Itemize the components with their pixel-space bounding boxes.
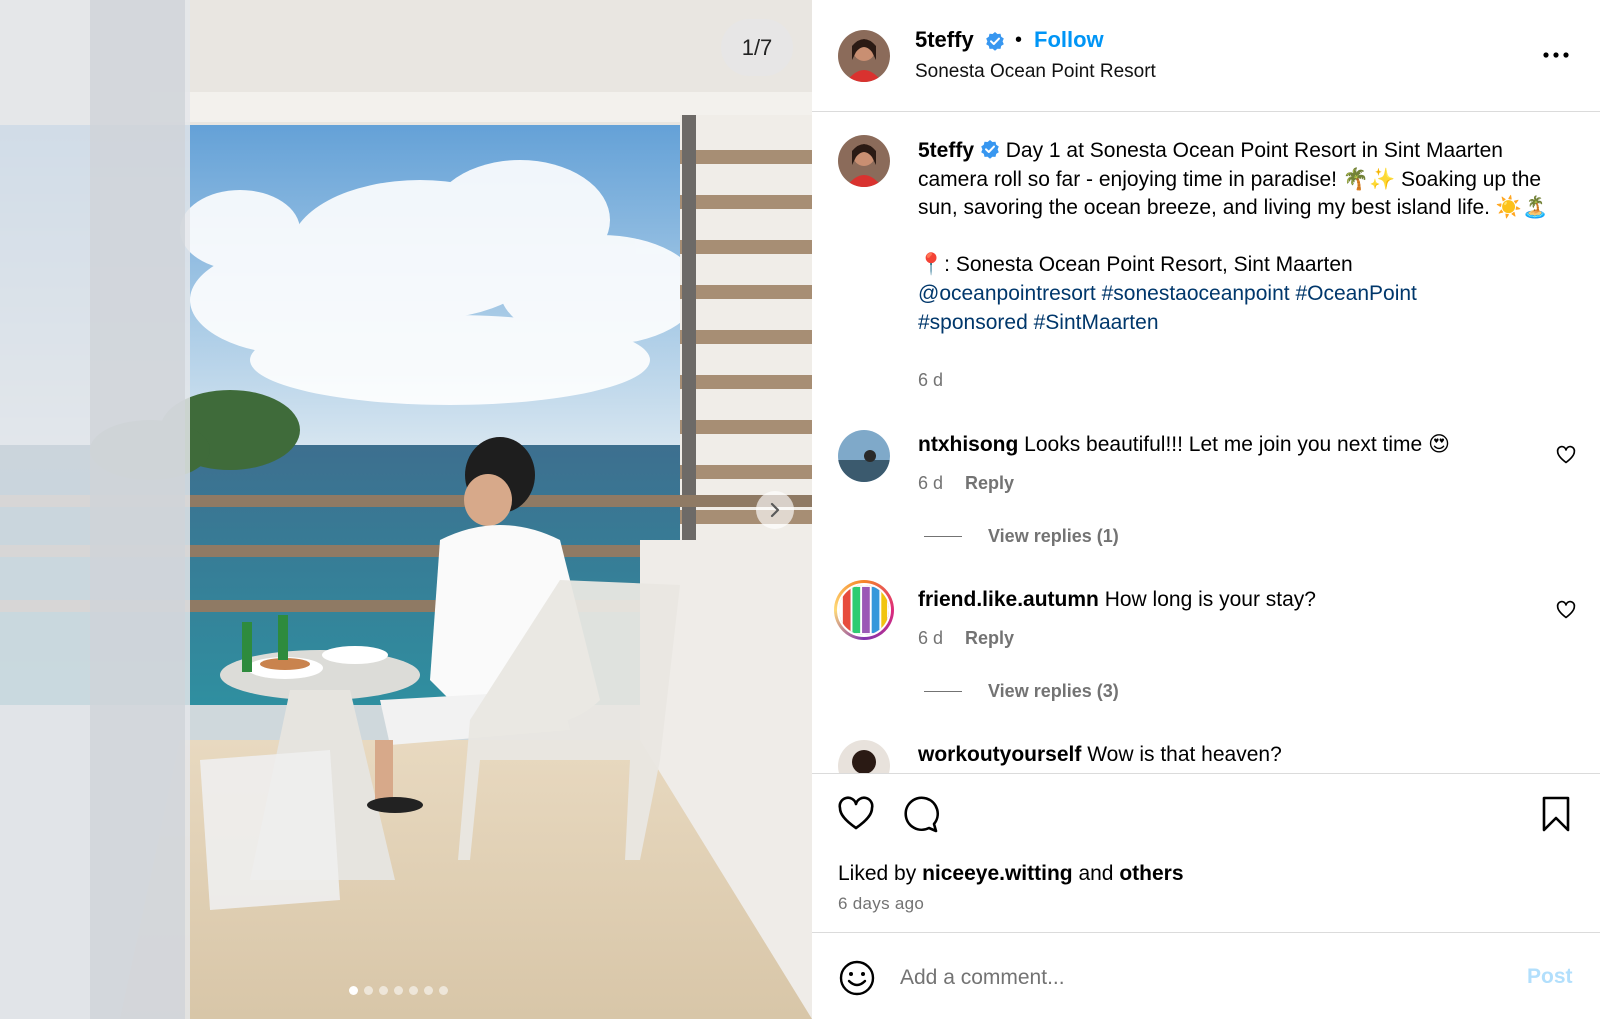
comment-bubble-icon[interactable] [900, 794, 940, 834]
like-heart-icon[interactable] [836, 794, 876, 834]
comment-time[interactable]: 6 d [918, 628, 943, 649]
carousel-dot[interactable] [349, 986, 358, 995]
comment-username[interactable]: ntxhisong [918, 433, 1018, 456]
comment-like-heart-icon[interactable] [1556, 600, 1576, 620]
comment-item: friend.like.autumn How long is your stay… [918, 586, 1538, 614]
view-replies-button[interactable]: View replies (3) [924, 681, 1119, 702]
replies-divider-line [924, 691, 962, 692]
post-header: 5teffy • Follow Sonesta Ocean Point Reso… [812, 0, 1600, 112]
view-replies-label: View replies (3) [988, 681, 1119, 701]
comment-item: workoutyourself Wow is that heaven? [918, 741, 1538, 769]
view-replies-label: View replies (1) [988, 526, 1119, 546]
carousel-dot[interactable] [379, 986, 388, 995]
post-location[interactable]: Sonesta Ocean Point Resort [915, 61, 1156, 83]
post-side-panel: 5teffy • Follow Sonesta Ocean Point Reso… [812, 0, 1600, 1019]
chevron-right-icon [770, 502, 780, 518]
carousel-dot[interactable] [424, 986, 433, 995]
post-comment-button[interactable]: Post [1527, 965, 1573, 989]
carousel-dot[interactable] [364, 986, 373, 995]
comment-input[interactable] [900, 956, 1480, 1000]
caption-time[interactable]: 6 d [918, 370, 943, 391]
media-counter: 1/7 [721, 19, 793, 76]
comment-like-heart-icon[interactable] [1556, 445, 1576, 465]
comment-text: Looks beautiful!!! Let me join you next … [1024, 433, 1450, 456]
caption-author-avatar[interactable] [838, 135, 890, 187]
liked-by-and: and [1078, 862, 1114, 885]
caption-hashtag[interactable]: #SintMaarten [1034, 311, 1159, 334]
reply-button[interactable]: Reply [965, 473, 1014, 494]
post-caption: 5teffy Day 1 at Sonesta Ocean Point Reso… [918, 137, 1558, 337]
caption-hashtag[interactable]: #OceanPoint [1295, 282, 1416, 305]
post-timestamp[interactable]: 6 days ago [838, 894, 924, 914]
carousel-dot[interactable] [409, 986, 418, 995]
author-avatar[interactable] [838, 30, 890, 82]
comment-text: How long is your stay? [1104, 588, 1316, 611]
post-actions: Liked by niceeye.witting and others 6 da… [812, 773, 1600, 933]
emoji-smiley-icon[interactable] [838, 959, 876, 997]
comment-username[interactable]: workoutyourself [918, 743, 1081, 766]
reply-button[interactable]: Reply [965, 628, 1014, 649]
caption-hashtag[interactable]: #sonestaoceanpoint [1102, 282, 1290, 305]
view-replies-button[interactable]: View replies (1) [924, 526, 1119, 547]
bookmark-icon[interactable] [1536, 794, 1576, 834]
comment-item: ntxhisong Looks beautiful!!! Let me join… [918, 431, 1538, 459]
liked-by-others[interactable]: others [1119, 862, 1183, 885]
comment-username[interactable]: friend.like.autumn [918, 588, 1099, 611]
caption-mention[interactable]: @oceanpointresort [918, 282, 1096, 305]
next-media-button[interactable] [756, 491, 794, 529]
more-options-icon[interactable] [1541, 40, 1571, 70]
commenter-avatar[interactable] [838, 430, 890, 482]
verified-badge-icon [985, 31, 1005, 54]
liked-by-line: Liked by niceeye.witting and others [838, 862, 1184, 886]
post-photo [0, 0, 812, 1019]
follow-button[interactable]: Follow [1034, 27, 1104, 53]
caption-hashtag[interactable]: #sponsored [918, 311, 1028, 334]
comments-scroll-area[interactable]: 5teffy Day 1 at Sonesta Ocean Point Reso… [812, 113, 1600, 773]
carousel-dot[interactable] [439, 986, 448, 995]
liked-by-user[interactable]: niceeye.witting [922, 862, 1073, 885]
comment-text: Wow is that heaven? [1087, 743, 1282, 766]
caption-username[interactable]: 5teffy [918, 139, 974, 162]
verified-badge-icon [981, 140, 999, 159]
caption-text: Day 1 at Sonesta Ocean Point Resort in S… [918, 139, 1549, 220]
author-username[interactable]: 5teffy [915, 27, 974, 53]
caption-location-line: 📍: Sonesta Ocean Point Resort, Sint Maar… [918, 253, 1353, 277]
comment-time[interactable]: 6 d [918, 473, 943, 494]
carousel-dots [349, 986, 448, 995]
carousel-dot[interactable] [394, 986, 403, 995]
replies-divider-line [924, 536, 962, 537]
commenter-avatar[interactable] [838, 740, 890, 773]
separator-dot: • [1015, 29, 1023, 51]
liked-by-prefix: Liked by [838, 862, 917, 885]
commenter-avatar-story-ring[interactable] [834, 580, 894, 640]
post-media[interactable]: 1/7 [0, 0, 812, 1019]
add-comment-bar: Post [812, 934, 1600, 1019]
